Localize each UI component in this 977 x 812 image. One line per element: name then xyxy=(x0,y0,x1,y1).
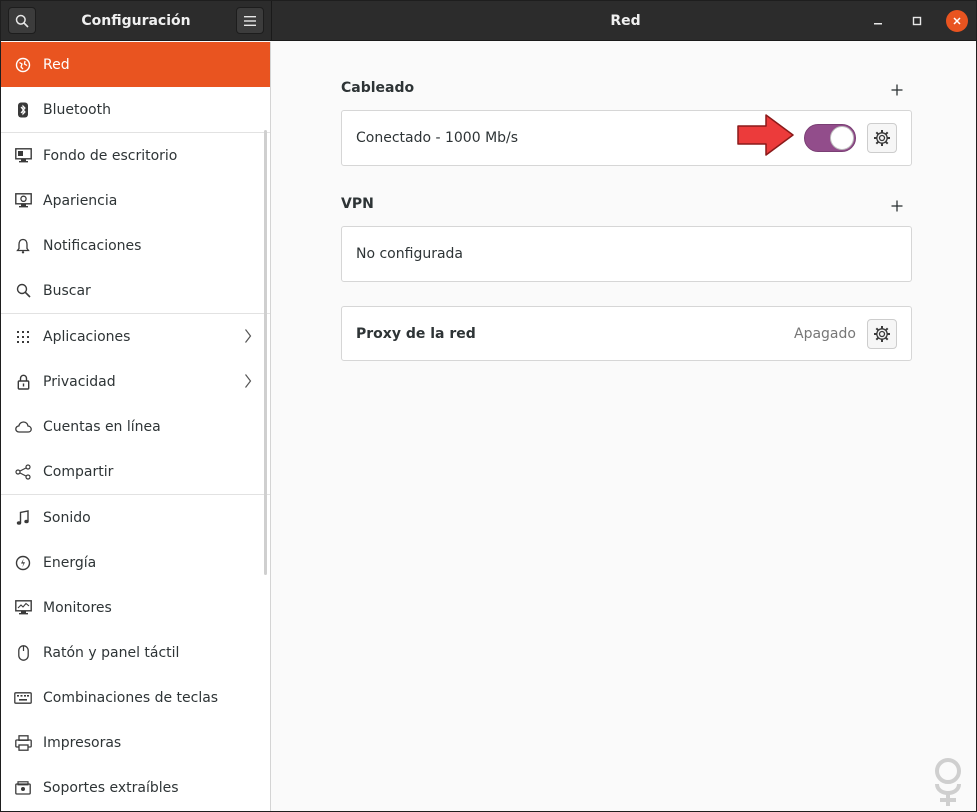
minimize-icon xyxy=(874,23,882,25)
sidebar-item-label: Cuentas en línea xyxy=(43,418,161,435)
sidebar-item-label: Apariencia xyxy=(43,192,118,209)
sidebar-item-soportes[interactable]: Soportes extraíbles xyxy=(1,765,270,810)
wired-connection-label: Conectado - 1000 Mb/s xyxy=(356,130,519,146)
share-icon xyxy=(14,463,32,481)
sidebar: Red Bluetooth Fondo de escritorio Aparie… xyxy=(1,42,271,811)
sidebar-item-privacidad[interactable]: Privacidad xyxy=(1,359,270,404)
hamburger-icon xyxy=(244,15,256,26)
gear-icon xyxy=(874,326,890,342)
monitor-icon xyxy=(14,599,32,617)
lock-icon xyxy=(14,373,32,391)
proxy-settings-button[interactable] xyxy=(867,319,897,349)
red-arrow-annotation xyxy=(737,114,794,156)
sidebar-item-bluetooth[interactable]: Bluetooth xyxy=(1,87,270,132)
vpn-row: No configurada xyxy=(341,226,912,282)
network-panel: Cableado Conectado - 1000 Mb/s VPN No co… xyxy=(273,42,976,811)
sidebar-item-buscar[interactable]: Buscar xyxy=(1,268,270,313)
sidebar-item-label: Sonido xyxy=(43,509,91,526)
sidebar-item-teclas[interactable]: Combinaciones de teclas xyxy=(1,675,270,720)
close-button[interactable] xyxy=(946,10,968,32)
sidebar-item-apariencia[interactable]: Apariencia xyxy=(1,178,270,223)
settings-window: Configuración Red Red Bluetooth Fondo de… xyxy=(0,0,977,812)
sidebar-item-label: Bluetooth xyxy=(43,101,111,118)
menu-button[interactable] xyxy=(236,7,264,34)
wired-toggle[interactable] xyxy=(804,124,856,152)
proxy-status: Apagado xyxy=(794,325,856,342)
sidebar-item-monitores[interactable]: Monitores xyxy=(1,585,270,630)
sidebar-item-label: Compartir xyxy=(43,463,114,480)
sidebar-item-fondo[interactable]: Fondo de escritorio xyxy=(1,133,270,178)
sidebar-item-energia[interactable]: Energía xyxy=(1,540,270,585)
sidebar-item-impresoras[interactable]: Impresoras xyxy=(1,720,270,765)
sidebar-item-aplicaciones[interactable]: Aplicaciones xyxy=(1,314,270,359)
sidebar-item-label: Energía xyxy=(43,554,97,571)
sidebar-item-raton[interactable]: Ratón y panel táctil xyxy=(1,630,270,675)
network-icon xyxy=(14,56,32,74)
plus-icon xyxy=(891,200,903,212)
sidebar-item-label: Buscar xyxy=(43,282,91,299)
apps-grid-icon xyxy=(14,328,32,346)
sidebar-item-sonido[interactable]: Sonido xyxy=(1,495,270,540)
plus-icon xyxy=(891,84,903,96)
sidebar-item-label: Soportes extraíbles xyxy=(43,779,179,796)
wired-settings-button[interactable] xyxy=(867,123,897,153)
minimize-button[interactable] xyxy=(867,10,889,32)
cloud-icon xyxy=(14,418,32,436)
sidebar-item-compartir[interactable]: Compartir xyxy=(1,449,270,494)
toggle-knob xyxy=(830,126,854,150)
sidebar-item-label: Aplicaciones xyxy=(43,328,131,345)
chevron-right-icon xyxy=(245,329,252,343)
vpn-status: No configurada xyxy=(356,246,464,262)
proxy-label: Proxy de la red xyxy=(356,325,476,342)
sidebar-item-label: Ratón y panel táctil xyxy=(43,644,180,661)
sidebar-scrollbar[interactable] xyxy=(264,130,267,575)
sidebar-item-label: Monitores xyxy=(43,599,112,616)
power-icon xyxy=(14,554,32,572)
sidebar-title: Configuración xyxy=(81,13,191,29)
appearance-icon xyxy=(14,192,32,210)
maximize-button[interactable] xyxy=(906,10,928,32)
sidebar-item-label: Fondo de escritorio xyxy=(43,147,178,164)
music-note-icon xyxy=(14,509,32,527)
add-vpn-button[interactable] xyxy=(889,198,905,214)
vpn-section-title: VPN xyxy=(341,196,374,212)
chevron-right-icon xyxy=(245,374,252,388)
printer-icon xyxy=(14,734,32,752)
wired-connection-row: Conectado - 1000 Mb/s xyxy=(341,110,912,166)
watermark-logo xyxy=(935,758,961,806)
sidebar-item-notificaciones[interactable]: Notificaciones xyxy=(1,223,270,268)
search-icon xyxy=(14,282,32,300)
sidebar-item-label: Privacidad xyxy=(43,373,116,390)
close-icon xyxy=(953,17,961,25)
header-separator xyxy=(271,1,272,41)
sidebar-item-label: Combinaciones de teclas xyxy=(43,689,219,706)
removable-media-icon xyxy=(14,779,32,797)
keyboard-icon xyxy=(14,689,32,707)
bluetooth-icon xyxy=(14,101,32,119)
sidebar-item-label: Red xyxy=(43,56,70,73)
header-bar: Configuración Red xyxy=(1,1,976,41)
mouse-icon xyxy=(14,644,32,662)
sidebar-item-label: Impresoras xyxy=(43,734,122,751)
proxy-row[interactable]: Proxy de la red Apagado xyxy=(341,306,912,361)
sidebar-item-cuentas[interactable]: Cuentas en línea xyxy=(1,404,270,449)
sidebar-item-red[interactable]: Red xyxy=(1,42,270,87)
gear-icon xyxy=(874,130,890,146)
add-wired-button[interactable] xyxy=(889,82,905,98)
maximize-icon xyxy=(912,16,922,26)
bell-icon xyxy=(14,237,32,255)
sidebar-item-label: Notificaciones xyxy=(43,237,142,254)
background-icon xyxy=(14,147,32,165)
wired-section-title: Cableado xyxy=(341,80,415,96)
